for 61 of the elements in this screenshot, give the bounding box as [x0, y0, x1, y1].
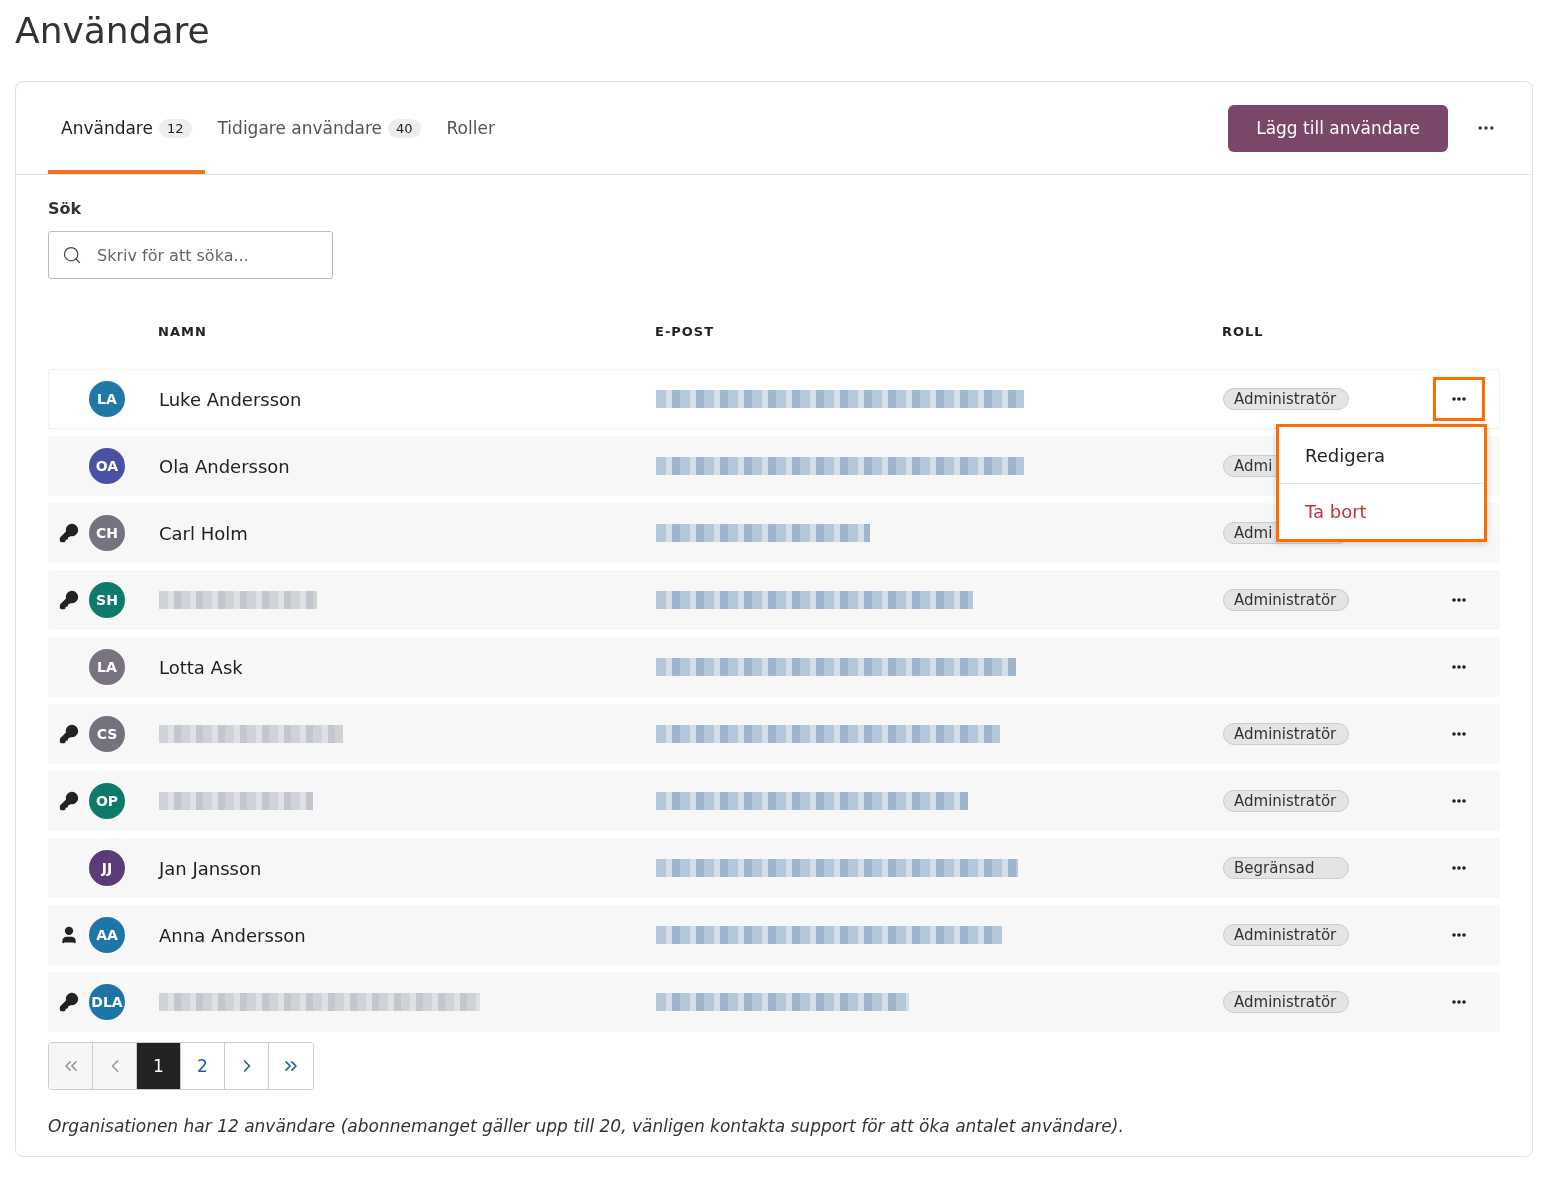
- footnote: Organisationen har 12 användare (abonnemanget gäller upp till 20, vänligen kontakta support för att öka antalet användare).: [48, 1116, 1125, 1136]
- more-icon: [1452, 665, 1466, 669]
- key-icon: [59, 992, 79, 1012]
- add-user-button[interactable]: Lägg till användare: [1228, 104, 1448, 152]
- user-name: Anna Andersson: [159, 924, 307, 946]
- column-header: NAMN: [158, 323, 208, 339]
- avatar: LA: [89, 381, 125, 417]
- user-name: Carl Holm: [159, 522, 249, 544]
- table-row[interactable]: LA Lotta Ask: [48, 637, 1500, 697]
- key-icon: [59, 791, 79, 811]
- tab[interactable]: Tidigare användare 40: [204, 82, 434, 174]
- role-tag: Administratör: [1223, 723, 1349, 745]
- page-button[interactable]: 1: [137, 1043, 181, 1089]
- more-icon: [1452, 397, 1466, 401]
- table-row[interactable]: SH Administratör: [48, 570, 1500, 630]
- key-icon: [59, 590, 79, 610]
- role-tag: Administratör: [1223, 790, 1349, 812]
- avatar: OA: [89, 448, 125, 484]
- search-label: Sök: [48, 199, 83, 218]
- user-name: Ola Andersson: [159, 455, 291, 477]
- tab[interactable]: Roller: [433, 82, 508, 174]
- table-row[interactable]: DLA Administratör: [48, 972, 1500, 1032]
- table-row[interactable]: JJ Jan Jansson Begränsad: [48, 838, 1500, 898]
- more-button[interactable]: [1433, 377, 1485, 421]
- person-icon: [59, 925, 79, 945]
- avatar: CS: [89, 716, 125, 752]
- role-tag: Administratör: [1223, 388, 1349, 410]
- search-icon: [62, 245, 82, 265]
- more-icon: [1452, 1000, 1466, 1004]
- menu-item[interactable]: Ta bort: [1279, 483, 1484, 539]
- avatar: OP: [89, 783, 125, 819]
- avatar: JJ: [89, 850, 125, 886]
- role-tag: Administratör: [1223, 589, 1349, 611]
- key-icon: [59, 523, 79, 543]
- avatar: SH: [89, 582, 125, 618]
- more-icon: [1452, 933, 1466, 937]
- more-icon: [1452, 732, 1466, 736]
- tab[interactable]: Användare 12: [48, 82, 205, 174]
- avatar: DLA: [89, 984, 125, 1020]
- column-header: E-POST: [655, 323, 716, 339]
- more-icon: [1452, 598, 1466, 602]
- user-name: Lotta Ask: [159, 656, 244, 678]
- table-row[interactable]: CS Administratör: [48, 704, 1500, 764]
- more-icon: [1452, 866, 1466, 870]
- role-tag: Administratör: [1223, 991, 1349, 1013]
- avatar: AA: [89, 917, 125, 953]
- user-name: Jan Jansson: [159, 857, 263, 879]
- page-title: Användare: [15, 10, 211, 51]
- avatar: CH: [89, 515, 125, 551]
- avatar: LA: [89, 649, 125, 685]
- user-name: Luke Andersson: [159, 388, 303, 410]
- key-icon: [59, 724, 79, 744]
- search-field[interactable]: Skriv för att söka...: [48, 231, 333, 279]
- table-row[interactable]: AA Anna Andersson Administratör: [48, 905, 1500, 965]
- role-tag: Administratör: [1223, 924, 1349, 946]
- count-badge: 12: [158, 118, 192, 138]
- count-badge: 40: [388, 118, 421, 138]
- table-row[interactable]: OP Administratör: [48, 771, 1500, 831]
- column-header: ROLL: [1222, 323, 1265, 339]
- more-icon: [1452, 799, 1466, 803]
- role-tag: Begränsad: [1223, 857, 1349, 879]
